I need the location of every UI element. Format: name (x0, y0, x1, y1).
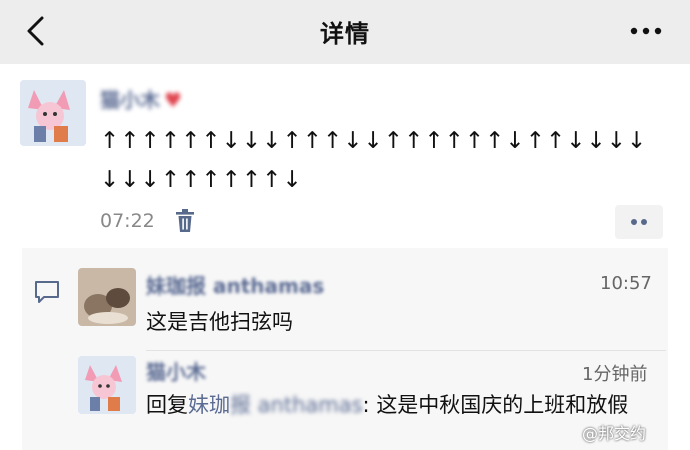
comment-icon (35, 281, 59, 303)
post-author-text: 猫小木 (100, 88, 160, 112)
reply-text: 这是中秋国庆的上班和放假 (376, 393, 629, 417)
fox-character-icon (20, 80, 86, 146)
post-more-button[interactable] (615, 205, 663, 239)
more-options-icon[interactable] (626, 18, 666, 44)
post-author-name[interactable]: 猫小木 ♥ (100, 84, 230, 112)
reply-text-block[interactable]: 回复妹珈报 anthamas: 这是中秋国庆的上班和放假 (146, 390, 666, 420)
reply-separator: : (362, 393, 370, 417)
dots-icon (631, 219, 647, 225)
watermark: @邦交约 (582, 424, 647, 443)
comment-author[interactable]: 妹珈报 anthamas (146, 270, 324, 299)
heart-icon: ♥ (164, 88, 182, 112)
commenter-avatar[interactable] (78, 268, 136, 326)
comment-timestamp: 10:57 (600, 273, 652, 294)
reply-timestamp: 1分钟前 (582, 364, 648, 385)
trash-icon[interactable] (175, 209, 195, 233)
post-content: ↑↑↑↑↑↑↓↓↓↑↑↑↓↓↑↑↑↑↑↑↓↑↑↓↓↓↓↓↓↓↑↑↑↑↑↑↓ (100, 128, 648, 193)
reply-to-name-obscured[interactable]: 报 anthamas (230, 393, 363, 417)
nav-bar: 详情 (0, 0, 690, 64)
post-author-avatar[interactable] (20, 80, 86, 146)
post-timestamp: 07:22 (100, 210, 155, 232)
page-title: 详情 (320, 20, 370, 48)
divider (146, 350, 666, 351)
cat-photo-icon (78, 268, 136, 326)
reply-to-name[interactable]: 妹珈 (188, 393, 230, 417)
reply-prefix: 回复 (146, 393, 188, 417)
reply-author-avatar[interactable] (78, 356, 136, 414)
comment-text[interactable]: 这是吉他扫弦吗 (146, 306, 293, 336)
fox-character-icon (78, 356, 136, 414)
reply-author[interactable]: 猫小木 (146, 356, 206, 385)
